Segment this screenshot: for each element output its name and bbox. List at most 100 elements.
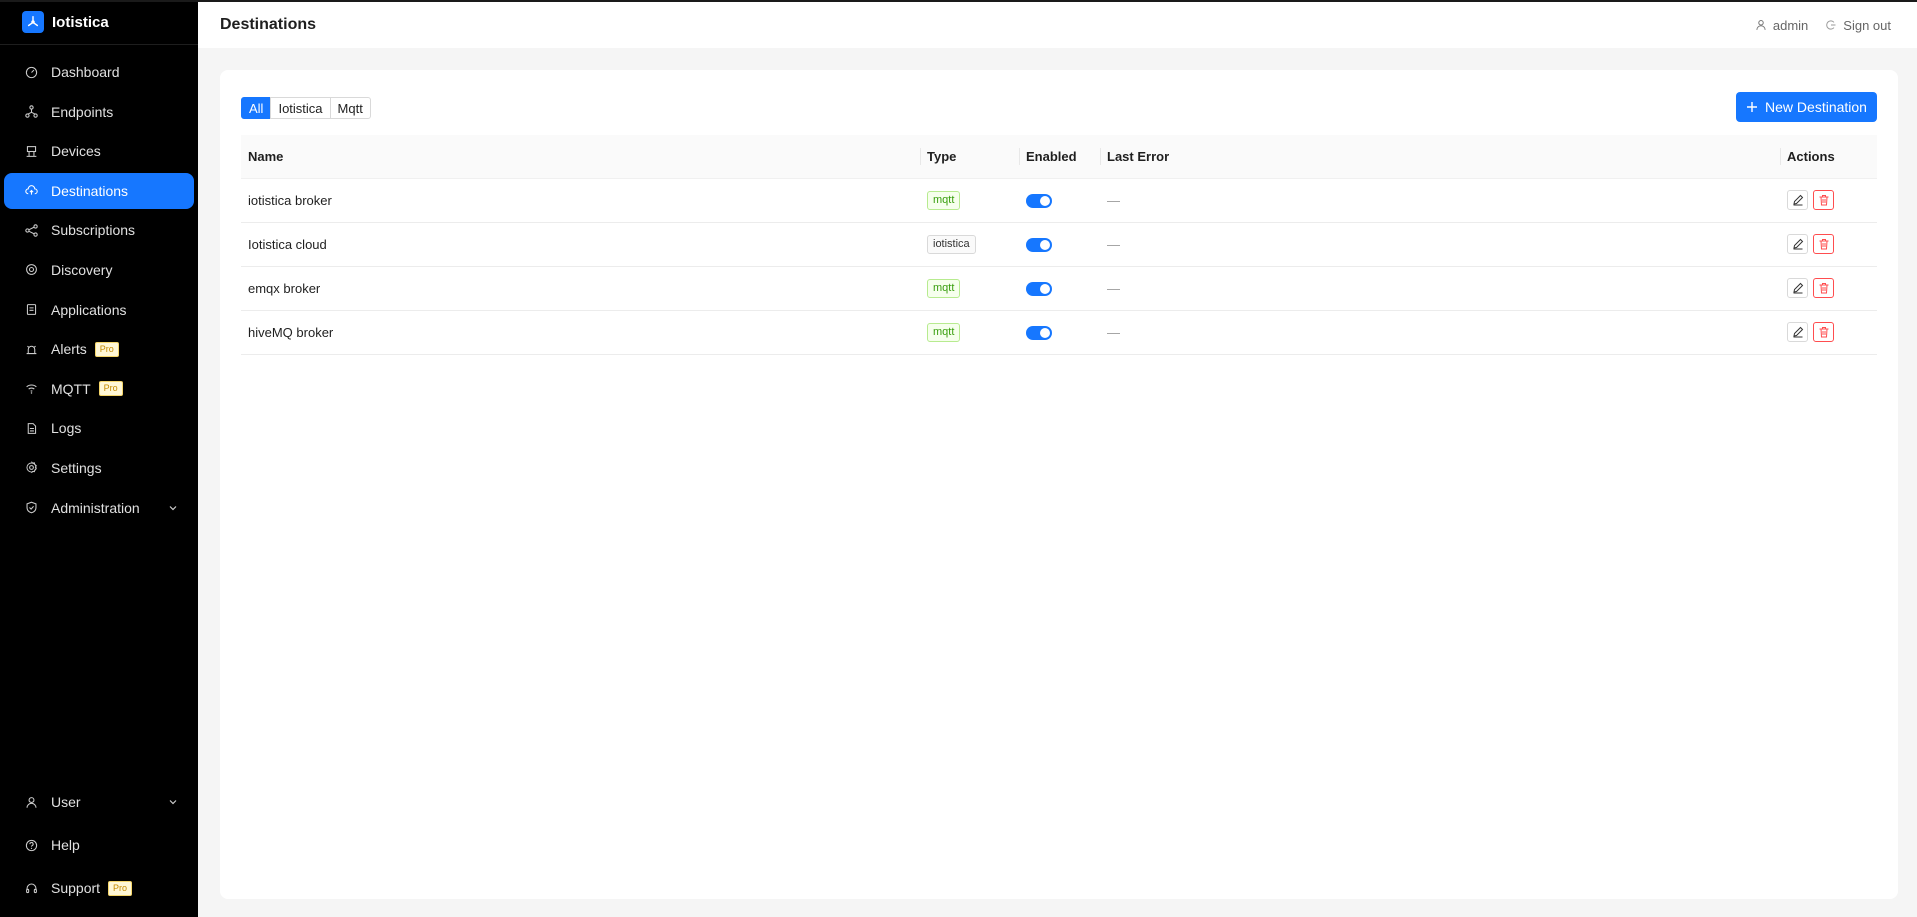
destinations-table: Name Type Enabled Last Error Actions iot… [241, 135, 1877, 355]
edit-icon [1792, 282, 1803, 294]
edit-icon [1792, 326, 1803, 338]
last-error: — [1100, 178, 1780, 223]
table-row: emqx broker mqtt — [241, 266, 1877, 311]
sidebar-item-settings[interactable]: Settings [4, 450, 194, 486]
edit-button[interactable] [1787, 322, 1808, 342]
edit-button[interactable] [1787, 190, 1808, 210]
sidebar-item-endpoints[interactable]: Endpoints [4, 94, 194, 130]
applications-icon [24, 303, 38, 317]
delete-button[interactable] [1813, 322, 1834, 342]
destination-name: emqx broker [241, 266, 920, 311]
sidebar-item-label: Support [51, 880, 101, 896]
column-header-actions: Actions [1780, 135, 1877, 179]
edit-button[interactable] [1787, 278, 1808, 298]
table-row: hiveMQ broker mqtt — [241, 310, 1877, 355]
sidebar-item-label: Devices [51, 143, 101, 160]
sidebar-item-label: Administration [51, 499, 140, 516]
sidebar-nav: Dashboard Endpoints Devices Destinations… [0, 45, 198, 526]
sidebar-item-label: Help [51, 837, 80, 853]
alarm-icon [24, 342, 38, 356]
enabled-toggle[interactable] [1026, 237, 1052, 252]
wifi-icon [24, 382, 38, 396]
brand-name: Iotistica [52, 13, 109, 31]
column-header-last-error[interactable]: Last Error [1100, 135, 1780, 179]
sidebar-item-administration[interactable]: Administration [4, 490, 194, 526]
file-icon [24, 421, 38, 435]
destinations-card: All Iotistica Mqtt New Destination Name … [220, 70, 1898, 899]
sidebar-item-user[interactable]: User [4, 784, 194, 820]
sidebar-item-mqtt[interactable]: MQTT Pro [4, 371, 194, 407]
sidebar-item-help[interactable]: Help [4, 827, 194, 863]
chevron-down-icon[interactable] [168, 503, 178, 513]
sidebar-item-label: Subscriptions [51, 222, 136, 239]
dashboard-icon [24, 65, 38, 79]
sidebar-item-label: Logs [51, 420, 82, 437]
pro-badge: Pro [94, 341, 119, 357]
edit-button[interactable] [1787, 234, 1808, 254]
discovery-icon [24, 263, 38, 277]
enabled-toggle[interactable] [1026, 193, 1052, 208]
type-tag: mqtt [927, 190, 961, 210]
username: admin [1772, 17, 1809, 33]
enabled-toggle[interactable] [1026, 325, 1052, 340]
endpoints-icon [24, 105, 38, 119]
sidebar-item-applications[interactable]: Applications [4, 292, 194, 328]
trash-icon [1819, 239, 1828, 250]
delete-button[interactable] [1813, 234, 1834, 254]
sidebar-item-label: Applications [51, 301, 127, 318]
table-row: Iotistica cloud iotistica — [241, 222, 1877, 267]
column-header-name[interactable]: Name [241, 135, 920, 179]
sidebar-item-label: MQTT [51, 380, 91, 397]
plus-icon [1747, 102, 1758, 112]
table-header-row: Name Type Enabled Last Error Actions [241, 135, 1877, 179]
destination-name: iotistica broker [241, 178, 920, 223]
destination-name: hiveMQ broker [241, 310, 920, 355]
sidebar-item-destinations[interactable]: Destinations [4, 172, 194, 209]
new-destination-button[interactable]: New Destination [1736, 92, 1877, 122]
sidebar-item-label: Settings [51, 459, 102, 476]
last-error: — [1100, 222, 1780, 267]
cloud-upload-icon [24, 184, 38, 198]
sidebar: Iotistica Dashboard Endpoints Devices De… [0, 0, 198, 917]
sidebar-bottom-nav: User Help Support Pro [0, 784, 198, 917]
trash-icon [1819, 327, 1828, 338]
filter-iotistica[interactable]: Iotistica [270, 97, 331, 119]
trash-icon [1819, 283, 1828, 294]
user-icon [1756, 20, 1766, 30]
sidebar-item-alerts[interactable]: Alerts Pro [4, 331, 194, 367]
sidebar-item-dashboard[interactable]: Dashboard [4, 54, 194, 90]
brand[interactable]: Iotistica [0, 0, 198, 45]
sidebar-item-devices[interactable]: Devices [4, 133, 194, 169]
sidebar-item-logs[interactable]: Logs [4, 410, 194, 446]
headset-icon [24, 881, 38, 895]
pro-badge: Pro [98, 381, 123, 397]
sidebar-item-label: Endpoints [51, 103, 114, 120]
last-error: — [1100, 266, 1780, 311]
column-header-type[interactable]: Type [920, 135, 1019, 179]
sidebar-item-support[interactable]: Support Pro [4, 870, 194, 906]
delete-button[interactable] [1813, 190, 1834, 210]
signout-label: Sign out [1843, 17, 1891, 33]
edit-icon [1792, 194, 1803, 206]
sidebar-item-label: Alerts [51, 341, 87, 358]
logout-icon [1826, 20, 1836, 30]
brand-logo-icon [22, 11, 44, 33]
column-header-enabled[interactable]: Enabled [1019, 135, 1100, 179]
enabled-toggle[interactable] [1026, 281, 1052, 296]
top-header: Destinations admin Sign out [198, 2, 1917, 48]
user-menu[interactable]: admin [1755, 18, 1808, 33]
delete-button[interactable] [1813, 278, 1834, 298]
question-icon [24, 838, 38, 852]
edit-icon [1792, 238, 1803, 250]
filter-mqtt[interactable]: Mqtt [329, 97, 371, 119]
destination-name: Iotistica cloud [241, 222, 920, 267]
chevron-down-icon[interactable] [168, 797, 178, 807]
filter-all[interactable]: All [241, 97, 272, 119]
sidebar-item-discovery[interactable]: Discovery [4, 252, 194, 288]
devices-icon [24, 144, 38, 158]
sidebar-item-subscriptions[interactable]: Subscriptions [4, 212, 194, 248]
signout-button[interactable]: Sign out [1825, 18, 1891, 33]
subscriptions-icon [24, 223, 38, 237]
page-title: Destinations [220, 16, 317, 33]
sidebar-item-label: Discovery [51, 261, 113, 278]
